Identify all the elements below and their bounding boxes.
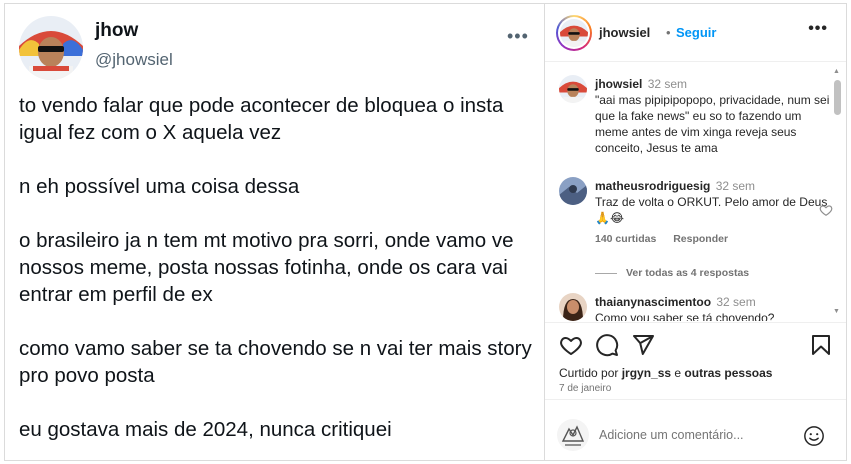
post-header: jhowsiel • Seguir •••	[545, 4, 846, 62]
comment-username[interactable]: jhowsiel	[595, 77, 642, 91]
comment-icon[interactable]	[595, 333, 619, 357]
scroll-up-arrow-icon[interactable]: ▲	[833, 68, 840, 75]
comment-body: Como vou saber se tá chovendo?	[595, 311, 775, 321]
heart-icon[interactable]	[559, 333, 583, 357]
tweet-paragraph: to vendo falar que pode acontecer de blo…	[19, 94, 504, 144]
comment-username[interactable]: thaianynascimentoo	[595, 295, 711, 309]
liked-prefix: Curtido por	[559, 366, 622, 380]
view-replies-link[interactable]: Ver todas as 4 respostas	[595, 267, 749, 279]
separator-dot: •	[666, 25, 671, 40]
liked-user[interactable]: jrgyn_ss	[622, 366, 671, 380]
send-icon[interactable]	[631, 333, 655, 357]
view-replies-label: Ver todas as 4 respostas	[626, 267, 750, 279]
comment-heart-icon[interactable]	[819, 203, 833, 217]
comment-avatar[interactable]	[559, 75, 587, 103]
comment-body: "aai mas pipipipopopo, privacidade, num …	[595, 93, 830, 155]
scroll-down-arrow-icon[interactable]: ▼	[833, 308, 840, 315]
emoji-icon[interactable]	[803, 425, 825, 447]
replies-divider	[595, 272, 617, 274]
comments-list[interactable]: jhowsiel 32 sem "aai mas pipipipopopo, p…	[545, 63, 846, 321]
tweet-paragraph: n eh possível uma coisa dessa	[19, 175, 300, 198]
tweet-paragraph: como vamo saber se ta chovendo se n vai …	[19, 337, 532, 387]
reply-button[interactable]: Responder	[673, 233, 728, 245]
tweet-paragraph: o brasileiro ja n tem mt motivo pra sorr…	[19, 229, 514, 306]
action-bar: Curtido por jrgyn_ss e outras pessoas 7 …	[545, 322, 846, 394]
post-sidebar: jhowsiel • Seguir ••• jhowsiel 32 sem "a…	[545, 4, 846, 460]
post-modal: jhow @jhowsiel ••• to vendo falar que po…	[4, 3, 847, 461]
comment-time: 32 sem	[647, 77, 688, 91]
liked-mid: e	[671, 366, 685, 380]
tweet-avatar	[19, 16, 83, 80]
add-comment-bar	[545, 399, 846, 461]
comment-body: Traz de volta o ORKUT. Pelo amor de Deus…	[595, 195, 828, 225]
author-avatar[interactable]	[556, 15, 592, 51]
tweet-text: to vendo falar que pode acontecer de blo…	[19, 92, 534, 443]
tweet-paragraph: eu gostava mais de 2024, nunca critiquei	[19, 418, 392, 441]
comment-avatar[interactable]	[559, 293, 587, 321]
tweet-handle: @jhowsiel	[95, 50, 173, 69]
liked-others[interactable]: outras pessoas	[684, 366, 772, 380]
comment-input[interactable]	[599, 428, 779, 442]
comment-time: 32 sem	[715, 179, 756, 193]
comment-username[interactable]: matheusrodriguesig	[595, 179, 710, 193]
more-options-icon[interactable]: •••	[808, 20, 828, 38]
comments-scrollbar[interactable]	[834, 80, 841, 115]
tweet-display-name: jhow	[95, 20, 139, 41]
comment-like-count[interactable]: 140 curtidas	[595, 233, 656, 245]
tweet-more-icon: •••	[507, 26, 529, 46]
current-user-avatar[interactable]	[557, 419, 589, 451]
comment-time: 32 sem	[716, 295, 756, 309]
comment-avatar[interactable]	[559, 177, 587, 205]
liked-by-text: Curtido por jrgyn_ss e outras pessoas	[559, 366, 772, 380]
post-date[interactable]: 7 de janeiro	[559, 383, 611, 394]
author-username[interactable]: jhowsiel	[599, 25, 650, 40]
follow-button[interactable]: Seguir	[676, 25, 716, 40]
bookmark-icon[interactable]	[809, 333, 833, 357]
post-image: jhow @jhowsiel ••• to vendo falar que po…	[5, 4, 545, 460]
